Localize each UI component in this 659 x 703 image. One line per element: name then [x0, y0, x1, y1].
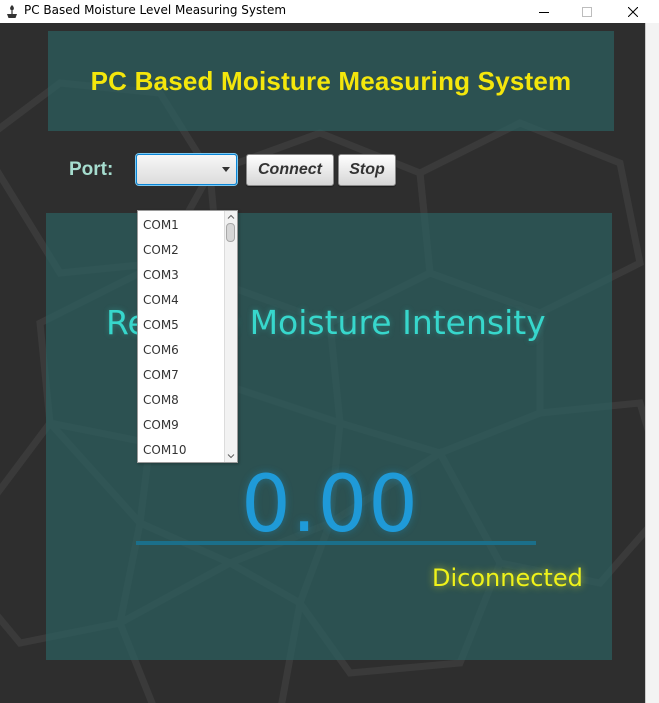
chevron-down-icon[interactable]: [222, 167, 230, 172]
port-option-com4[interactable]: COM4: [138, 288, 226, 313]
title-bar[interactable]: PC Based Moisture Level Measuring System: [0, 0, 659, 23]
port-option-com3[interactable]: COM3: [138, 263, 226, 288]
plant-pot-icon: [7, 5, 17, 18]
port-option-com5[interactable]: COM5: [138, 313, 226, 338]
moisture-reading: 0.00: [241, 460, 419, 550]
scrollbar-thumb[interactable]: [226, 223, 235, 242]
window-title: PC Based Moisture Level Measuring System: [24, 3, 287, 17]
page-title: PC Based Moisture Measuring System: [90, 65, 572, 96]
close-icon: [628, 6, 638, 17]
port-dropdown-list[interactable]: COM1 COM2 COM3 COM4 COM5 COM6 COM7 COM8 COM9 COM1…: [137, 210, 238, 463]
close-button[interactable]: [610, 0, 656, 23]
scroll-up-icon[interactable]: [227, 213, 235, 221]
dropdown-scrollbar[interactable]: [224, 211, 237, 462]
port-option-com9[interactable]: COM9: [138, 413, 226, 438]
minimize-icon: [539, 11, 549, 13]
port-option-com2[interactable]: COM2: [138, 238, 226, 263]
moisture-display-panel: [46, 213, 612, 660]
stop-button[interactable]: Stop: [338, 154, 396, 186]
connection-status: Diconnected: [432, 564, 583, 592]
port-option-com8[interactable]: COM8: [138, 388, 226, 413]
connect-button[interactable]: Connect: [246, 154, 334, 186]
scroll-down-icon[interactable]: [227, 452, 235, 460]
port-option-com1[interactable]: COM1: [138, 213, 226, 238]
maximize-icon: [582, 6, 592, 17]
port-label: Port:: [69, 159, 114, 180]
port-option-com7[interactable]: COM7: [138, 363, 226, 388]
header-panel: PC Based Moisture Measuring System: [48, 31, 614, 131]
port-option-com6[interactable]: COM6: [138, 338, 226, 363]
minimize-button[interactable]: [521, 0, 567, 23]
maximize-button[interactable]: [564, 0, 610, 23]
port-select[interactable]: [136, 154, 237, 185]
reading-underline: [136, 541, 536, 545]
window-right-border: [645, 23, 659, 703]
port-option-com10[interactable]: COM10: [138, 438, 226, 463]
